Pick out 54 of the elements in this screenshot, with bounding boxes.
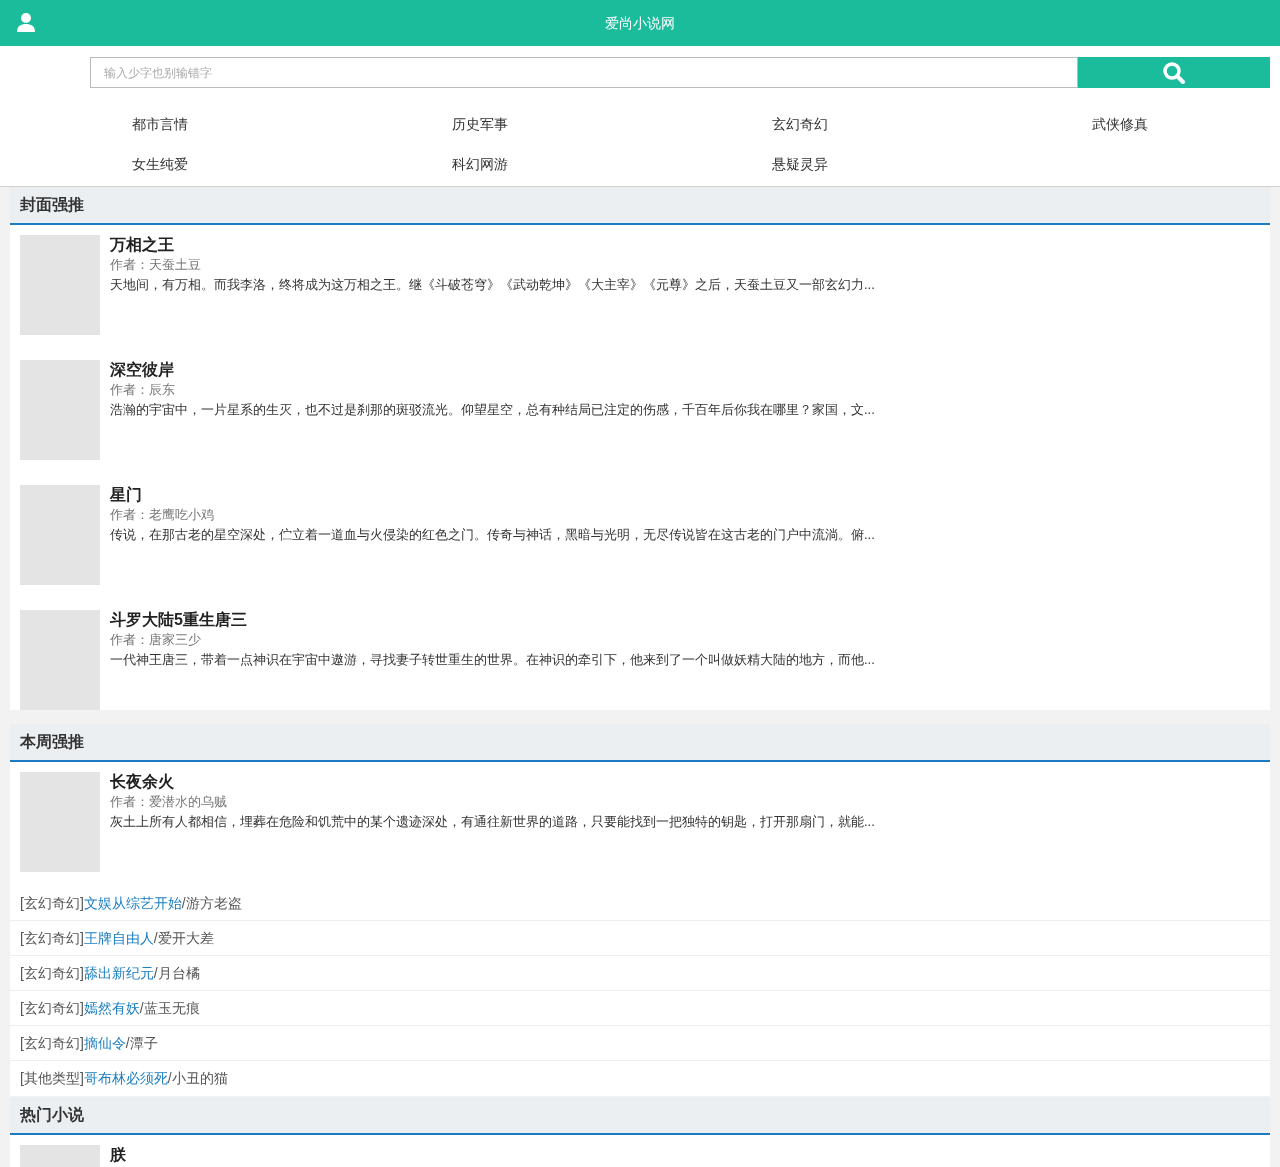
book-category: [玄幻奇幻] [20,1033,84,1053]
book-description: 天地间，有万相。而我李洛，终将成为这万相之王。继《斗破苍穹》《武动乾坤》《大主宰》《元尊》之后，天蚕土豆又一部玄幻力... [110,276,875,294]
book-cover[interactable] [20,610,100,710]
book-title[interactable]: 斗罗大陆5重生唐三 [110,610,875,630]
book-link[interactable]: 哥布林必须死 [83,1068,168,1089]
book-author: /小丑的猫 [167,1069,228,1088]
category-link[interactable]: 武侠修真 [1092,113,1148,135]
book-category: [玄幻奇幻] [20,928,84,948]
category-link[interactable]: 历史军事 [452,113,508,135]
book-description: 一代神王唐三，带着一点神识在宇宙中遨游，寻找妻子转世重生的世界。在神识的牵引下，他来到了一个叫做妖精大陆的地方，而他... [110,651,875,669]
book-title[interactable]: 长夜余火 [110,772,875,792]
category-link[interactable]: 科幻网游 [452,153,508,175]
book-author: 作者：老鹰吃小鸡 [110,506,215,524]
search-field[interactable]: 输入少字也别输错字 [90,57,1078,88]
category-link[interactable]: 都市言情 [132,113,188,135]
book-author: /蓝玉无痕 [139,998,200,1018]
book-author: /潭子 [125,1033,158,1053]
book-title[interactable]: 朕 [110,1145,126,1165]
user-icon[interactable] [16,12,36,32]
book-category: [玄幻奇幻] [20,963,84,983]
book-author: 作者：辰东 [110,381,176,399]
book-link[interactable]: 文娱从综艺开始 [83,892,182,914]
book-cover[interactable] [20,485,100,585]
search-icon [1162,60,1186,85]
book-link[interactable]: 舔出新纪元 [83,962,154,984]
book-title[interactable]: 深空彼岸 [110,360,875,380]
book-description: 浩瀚的宇宙中，一片星系的生灭，也不过是刹那的斑驳流光。仰望星空，总有种结局已注定的伤感，千百年后你我在哪里？家国，文... [110,401,875,419]
book-category: [玄幻奇幻] [20,998,84,1018]
book-author: /月台橘 [153,963,200,983]
site-title: 爱尚小说网 [605,13,675,33]
book-author: 作者：唐家三少 [110,631,202,649]
book-author: /游方老盗 [181,893,242,913]
book-title[interactable]: 万相之王 [110,235,875,255]
book-link[interactable]: 嫣然有妖 [83,997,140,1019]
search-button[interactable] [1078,57,1270,88]
book-link[interactable]: 王牌自由人 [83,927,154,949]
category-link[interactable]: 玄幻奇幻 [772,113,828,135]
category-link[interactable]: 女生纯爱 [132,153,188,175]
book-category: [玄幻奇幻] [20,893,84,913]
category-link[interactable]: 悬疑灵异 [772,153,828,175]
book-cover[interactable] [20,235,100,335]
book-description: 灰土上所有人都相信，埋葬在危险和饥荒中的某个遗迹深处，有通往新世界的道路，只要能找到一把独特的钥匙，打开那扇门，就能... [110,813,875,831]
section-title: 封面强推 [20,195,84,215]
book-cover[interactable] [20,772,100,872]
book-category: [其他类型] [20,1069,84,1088]
book-title[interactable]: 星门 [110,485,875,505]
book-author: 作者：天蚕土豆 [110,256,202,274]
book-link[interactable]: 摘仙令 [83,1032,126,1054]
section-title: 热门小说 [20,1105,84,1125]
book-author: 作者：爱潜水的乌贼 [110,793,228,811]
book-author: /爱开大差 [153,928,214,948]
book-cover[interactable] [20,360,100,460]
book-description: 传说，在那古老的星空深处，伫立着一道血与火侵染的红色之门。传奇与神话，黑暗与光明，无尽传说皆在这古老的门户中流淌。俯... [110,526,875,544]
section-title: 本周强推 [20,732,84,752]
